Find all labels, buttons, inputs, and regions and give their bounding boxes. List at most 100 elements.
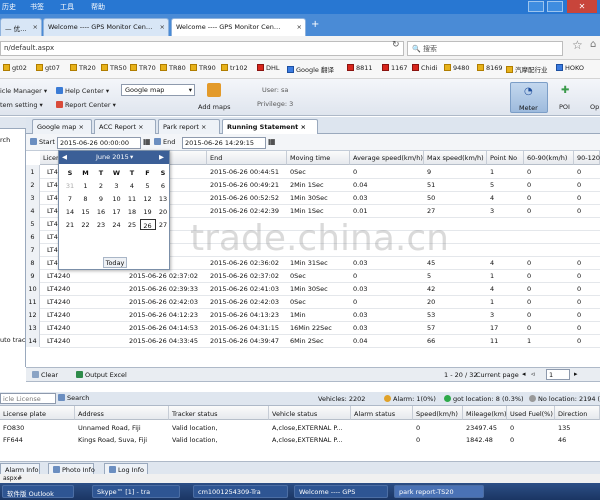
prev-page-icon[interactable]: ◂ (522, 370, 526, 378)
grid-cell-pt[interactable] (487, 230, 493, 243)
grid-cell-pt[interactable]: 1 (487, 269, 497, 282)
next-month-icon[interactable]: ▶ (159, 153, 164, 161)
month-label[interactable]: June 2015 (96, 153, 129, 161)
calendar-day[interactable]: 21 (62, 219, 78, 230)
grid-cell-pt[interactable]: 4 (487, 191, 497, 204)
grid-cell-a[interactable]: 0 (524, 191, 534, 204)
grid-cell-max[interactable]: 57 (424, 321, 438, 334)
grid-cell-max[interactable]: 27 (424, 204, 438, 217)
grid-cell-a[interactable] (524, 243, 530, 256)
minimize-button[interactable] (528, 1, 544, 12)
bookmark-item[interactable]: TR70 (130, 64, 156, 72)
calendar-day[interactable]: 8 (78, 193, 94, 204)
add-maps-icon[interactable] (207, 83, 221, 97)
grid-cell-b[interactable]: 0 (574, 191, 584, 204)
refresh-icon[interactable]: ↻ (392, 40, 400, 50)
grid-cell-pt[interactable]: 3 (487, 204, 497, 217)
grid-cell-a[interactable]: 1 (524, 334, 534, 347)
grid-cell-start[interactable]: 2015-06-26 04:12:23 (126, 308, 201, 321)
grid-cell-avg[interactable]: 0.03 (350, 191, 370, 204)
calendar-day[interactable]: 19 (140, 206, 156, 217)
close-tab-icon[interactable]: × (297, 23, 302, 31)
col-end[interactable]: End (207, 151, 287, 165)
calendar-day[interactable]: 17 (109, 206, 125, 217)
grid-cell-b[interactable]: 0 (574, 295, 584, 308)
menu-history[interactable]: 历史 (2, 2, 16, 12)
grid-cell-end[interactable]: 2015-06-26 00:49:21 (207, 178, 282, 191)
vcol-speed[interactable]: Speed(km/h) (413, 406, 463, 420)
calendar-day[interactable]: 1 (78, 180, 94, 191)
grid-cell-b[interactable]: 0 (574, 334, 584, 347)
browser-tab-1[interactable]: — 优… × (0, 18, 42, 36)
taskbar-item[interactable]: Skype™ [1] - tra (92, 485, 180, 498)
options-button[interactable]: Op (590, 103, 599, 111)
menu-bookmarks[interactable]: 书签 (30, 2, 44, 12)
grid-cell-lic[interactable]: LT4240 (44, 269, 73, 282)
bookmark-item[interactable]: 8169 (477, 64, 503, 72)
vehicle-cell-alarm[interactable] (351, 422, 357, 434)
grid-cell-a[interactable]: 0 (524, 204, 534, 217)
tab-google-map[interactable]: Google map × (32, 119, 92, 134)
vehicle-cell-dir[interactable]: 135 (555, 422, 573, 434)
vehicle-search-button[interactable]: Search (58, 394, 89, 402)
bookmark-item[interactable]: 8811 (347, 64, 373, 72)
tab-park-report[interactable]: Park report × (158, 119, 220, 134)
grid-cell-move[interactable]: 0Sec (287, 165, 309, 178)
grid-cell-start[interactable]: 2015-06-26 02:39:33 (126, 282, 201, 295)
vehicle-cell-mileage[interactable]: 1842.48 (463, 434, 496, 446)
poi-button[interactable]: POI (559, 103, 570, 111)
grid-cell-start[interactable]: 2015-06-26 04:33:45 (126, 334, 201, 347)
bookmark-item[interactable]: 1167 (382, 64, 408, 72)
grid-cell-a[interactable]: 0 (524, 308, 534, 321)
grid-cell-a[interactable]: 0 (524, 256, 534, 269)
vehicle-cell-speed[interactable]: 0 (413, 422, 423, 434)
poi-icon[interactable]: ✚ (561, 85, 569, 96)
grid-cell-end[interactable]: 2015-06-26 00:52:52 (207, 191, 282, 204)
bookmark-item[interactable]: Google 翻译 (287, 64, 334, 74)
grid-cell-b[interactable] (574, 243, 580, 256)
vcol-address[interactable]: Address (75, 406, 169, 420)
grid-cell-end[interactable]: 2015-06-26 04:39:47 (207, 334, 282, 347)
grid-cell-move[interactable]: 1Min 1Sec (287, 204, 327, 217)
grid-cell-lic[interactable]: LT4240 (44, 334, 73, 347)
vehicle-cell-plate[interactable]: FO830 (0, 422, 27, 434)
grid-cell-pt[interactable]: 1 (487, 295, 497, 308)
grid-cell-max[interactable]: 51 (424, 178, 438, 191)
grid-cell-avg[interactable]: 0.03 (350, 282, 370, 295)
grid-cell-move[interactable]: 1Min 30Sec (287, 191, 331, 204)
grid-cell-b[interactable]: 0 (574, 256, 584, 269)
bookmark-item[interactable]: TR80 (160, 64, 186, 72)
grid-cell-a[interactable]: 0 (524, 295, 534, 308)
end-calendar-icon[interactable]: ▦ (268, 137, 276, 146)
vehicle-cell-speed[interactable]: 0 (413, 434, 423, 446)
grid-cell-pt[interactable] (487, 217, 493, 230)
grid-cell-max[interactable]: 5 (424, 269, 434, 282)
grid-cell-pt[interactable]: 1 (487, 165, 497, 178)
end-date-input[interactable]: 2015-06-26 14:29:15 (182, 137, 266, 149)
bookmark-item[interactable]: Chidi (412, 64, 437, 72)
grid-cell-max[interactable]: 42 (424, 282, 438, 295)
tab-acc-report[interactable]: ACC Report × (94, 119, 156, 134)
vehicle-cell-addr[interactable]: Kings Road, Suva, Fiji (75, 434, 150, 446)
grid-cell-b[interactable]: 0 (574, 178, 584, 191)
vcol-vehicle-status[interactable]: Vehicle status (269, 406, 351, 420)
start-calendar-icon[interactable]: ▦ (143, 137, 151, 146)
col-moving-time[interactable]: Moving time (287, 151, 350, 165)
grid-cell-max[interactable]: 66 (424, 334, 438, 347)
calendar-day[interactable]: 2 (93, 180, 109, 191)
close-tab-icon[interactable]: × (33, 23, 38, 31)
maximize-button[interactable] (547, 1, 563, 12)
search-field[interactable]: 🔍 搜索 (407, 41, 563, 56)
start-date-input[interactable]: 2015-06-26 00:00:00 (57, 137, 141, 149)
url-field[interactable]: n/default.aspx (0, 41, 404, 56)
vehicle-cell-mileage[interactable]: 23497.45 (463, 422, 500, 434)
col-point-no[interactable]: Point No (487, 151, 524, 165)
calendar-day[interactable]: 18 (124, 206, 140, 217)
tab-running-statement[interactable]: Running Statement × (222, 119, 318, 134)
grid-cell-move[interactable]: 1Min 30Sec (287, 282, 331, 295)
calendar-day[interactable]: 24 (109, 219, 125, 230)
calendar-day[interactable]: 3 (109, 180, 125, 191)
system-setting-menu[interactable]: tem setting ▾ (0, 101, 43, 109)
calendar-day[interactable]: 5 (140, 180, 156, 191)
add-maps-button[interactable]: Add maps (198, 103, 230, 111)
